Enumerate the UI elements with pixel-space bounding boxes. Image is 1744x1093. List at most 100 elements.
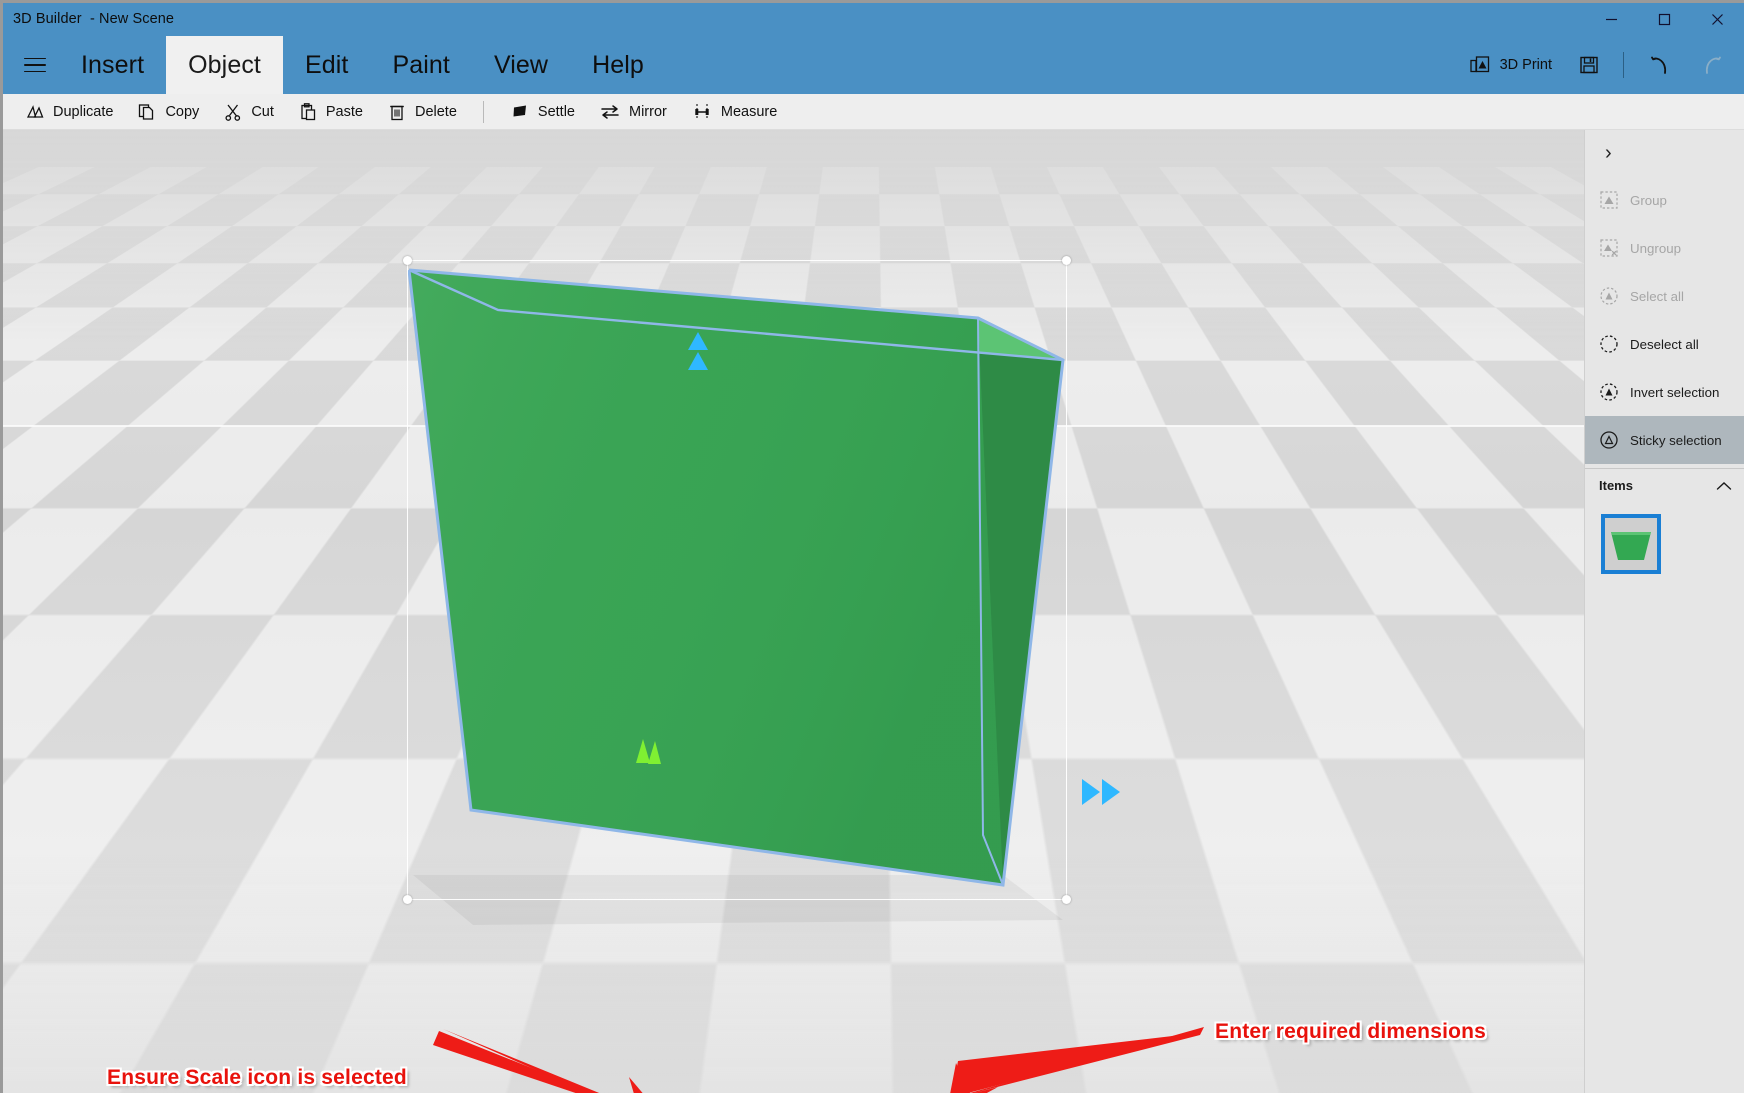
panel-item-group[interactable]: Group	[1585, 176, 1744, 224]
ribbon-separator	[1623, 52, 1624, 78]
copy-button[interactable]: Copy	[125, 97, 211, 127]
minimize-button[interactable]	[1585, 3, 1638, 36]
panel-item-select-all[interactable]: Select all	[1585, 272, 1744, 320]
copy-icon	[139, 103, 154, 120]
ribbon-tabs: Insert Object Edit Paint View Help	[59, 36, 666, 94]
tab-object-label: Object	[188, 50, 261, 79]
paste-label: Paste	[325, 103, 363, 120]
tab-edit[interactable]: Edit	[283, 36, 370, 94]
items-section-title: Items	[1599, 478, 1633, 493]
deselect-all-icon	[1599, 334, 1619, 354]
tab-insert-label: Insert	[81, 50, 145, 79]
duplicate-button[interactable]: Duplicate	[13, 97, 125, 127]
tab-help-label: Help	[592, 50, 644, 79]
tab-paint[interactable]: Paint	[370, 36, 471, 94]
items-list	[1585, 502, 1744, 574]
maximize-button[interactable]	[1638, 3, 1691, 36]
ribbon-bar: Insert Object Edit Paint View Help 3D Pr…	[3, 36, 1744, 94]
save-icon	[1580, 56, 1598, 74]
gizmo-y-axis[interactable]	[681, 330, 715, 385]
measure-icon	[695, 103, 709, 120]
window-controls	[1585, 3, 1744, 36]
undo-button[interactable]	[1634, 43, 1686, 87]
mirror-icon	[601, 104, 619, 119]
sticky-selection-icon	[1599, 430, 1619, 450]
item-thumbnail-green-box[interactable]	[1601, 514, 1661, 574]
menu-button[interactable]	[11, 36, 59, 94]
scissors-icon	[225, 104, 241, 121]
green-box-thumbnail-icon	[1611, 532, 1651, 560]
panel-item-deselect-all-label: Deselect all	[1630, 336, 1699, 352]
ungroup-icon	[1599, 238, 1619, 258]
annotation-dimensions: Enter required dimensions	[1215, 1020, 1487, 1043]
arrow-z-icon	[636, 739, 661, 764]
undo-icon	[1651, 56, 1666, 74]
close-icon	[1712, 14, 1723, 25]
panel-item-invert-selection[interactable]: Invert selection	[1585, 368, 1744, 416]
tab-object[interactable]: Object	[166, 36, 283, 94]
arrow-up-icon	[688, 332, 708, 370]
print-3d-icon	[1469, 56, 1489, 73]
panel-item-sticky-selection-label: Sticky selection	[1630, 432, 1722, 448]
panel-item-select-all-label: Select all	[1630, 288, 1684, 304]
paste-button[interactable]: Paste	[286, 97, 375, 127]
selection-handle-bottom-left[interactable]	[403, 895, 412, 904]
window-title: 3D Builder - New Scene	[13, 11, 175, 27]
chevron-right-icon: ›	[1605, 141, 1612, 164]
clipboard-icon	[301, 102, 316, 120]
settle-button[interactable]: Settle	[498, 97, 587, 127]
annotation-scale-icon: Ensure Scale icon is selected	[107, 1066, 407, 1089]
items-section-header[interactable]: Items	[1585, 468, 1744, 502]
group-icon	[1599, 190, 1619, 210]
panel-item-invert-selection-label: Invert selection	[1630, 384, 1720, 400]
3d-viewport[interactable]: Ensure Scale icon is selected Enter requ…	[3, 130, 1744, 1093]
tab-view[interactable]: View	[472, 36, 570, 94]
duplicate-icon	[26, 104, 44, 118]
tab-help[interactable]: Help	[570, 36, 666, 94]
app-window: 3D Builder - New Scene Insert Object Edi…	[0, 0, 1744, 1093]
save-button[interactable]	[1565, 43, 1613, 87]
annotation-arrow-right	[950, 1027, 1204, 1093]
panel-expand-button[interactable]: ›	[1585, 130, 1744, 176]
panel-item-sticky-selection[interactable]: Sticky selection	[1585, 416, 1744, 464]
hamburger-icon	[24, 53, 46, 78]
mirror-button[interactable]: Mirror	[587, 97, 679, 127]
object-options-panel: › Group Ungroup Select all Deselect all …	[1584, 130, 1744, 1093]
panel-item-ungroup[interactable]: Ungroup	[1585, 224, 1744, 272]
print-3d-button[interactable]: 3D Print	[1456, 43, 1565, 87]
panel-item-deselect-all[interactable]: Deselect all	[1585, 320, 1744, 368]
cut-label: Cut	[251, 103, 274, 120]
selection-bounding-box	[403, 256, 1071, 904]
panel-item-group-label: Group	[1630, 192, 1667, 208]
panel-item-ungroup-label: Ungroup	[1630, 240, 1682, 256]
print-3d-label: 3D Print	[1499, 57, 1552, 73]
measure-label: Measure	[720, 103, 778, 120]
redo-button[interactable]	[1686, 43, 1738, 87]
settle-label: Settle	[537, 103, 575, 120]
selection-handle-top-right[interactable]	[1062, 256, 1071, 265]
trash-icon	[390, 105, 404, 120]
command-bar: Duplicate Copy Cut Paste Delete Settle M…	[3, 94, 1744, 130]
tab-view-label: View	[493, 50, 549, 79]
selection-handle-bottom-right[interactable]	[1062, 895, 1071, 904]
copy-label: Copy	[165, 103, 200, 120]
close-button[interactable]	[1691, 3, 1744, 36]
tab-insert[interactable]: Insert	[59, 36, 166, 94]
tab-edit-label: Edit	[304, 50, 349, 79]
tab-paint-label: Paint	[392, 50, 450, 79]
ribbon-right-actions: 3D Print	[1456, 36, 1738, 94]
measure-button[interactable]: Measure	[679, 97, 789, 127]
delete-label: Delete	[414, 103, 457, 120]
gizmo-z-axis[interactable]	[633, 737, 667, 780]
maximize-icon	[1658, 13, 1671, 26]
duplicate-label: Duplicate	[53, 103, 114, 120]
delete-button[interactable]: Delete	[375, 97, 469, 127]
arrow-right-icon	[1082, 779, 1120, 805]
cut-button[interactable]: Cut	[211, 97, 286, 127]
gizmo-x-axis[interactable]	[1080, 775, 1128, 814]
minimize-icon	[1606, 18, 1617, 21]
selection-handle-top-left[interactable]	[403, 256, 412, 265]
mirror-label: Mirror	[629, 103, 667, 120]
title-bar: 3D Builder - New Scene	[3, 3, 1744, 36]
command-separator	[482, 100, 484, 123]
